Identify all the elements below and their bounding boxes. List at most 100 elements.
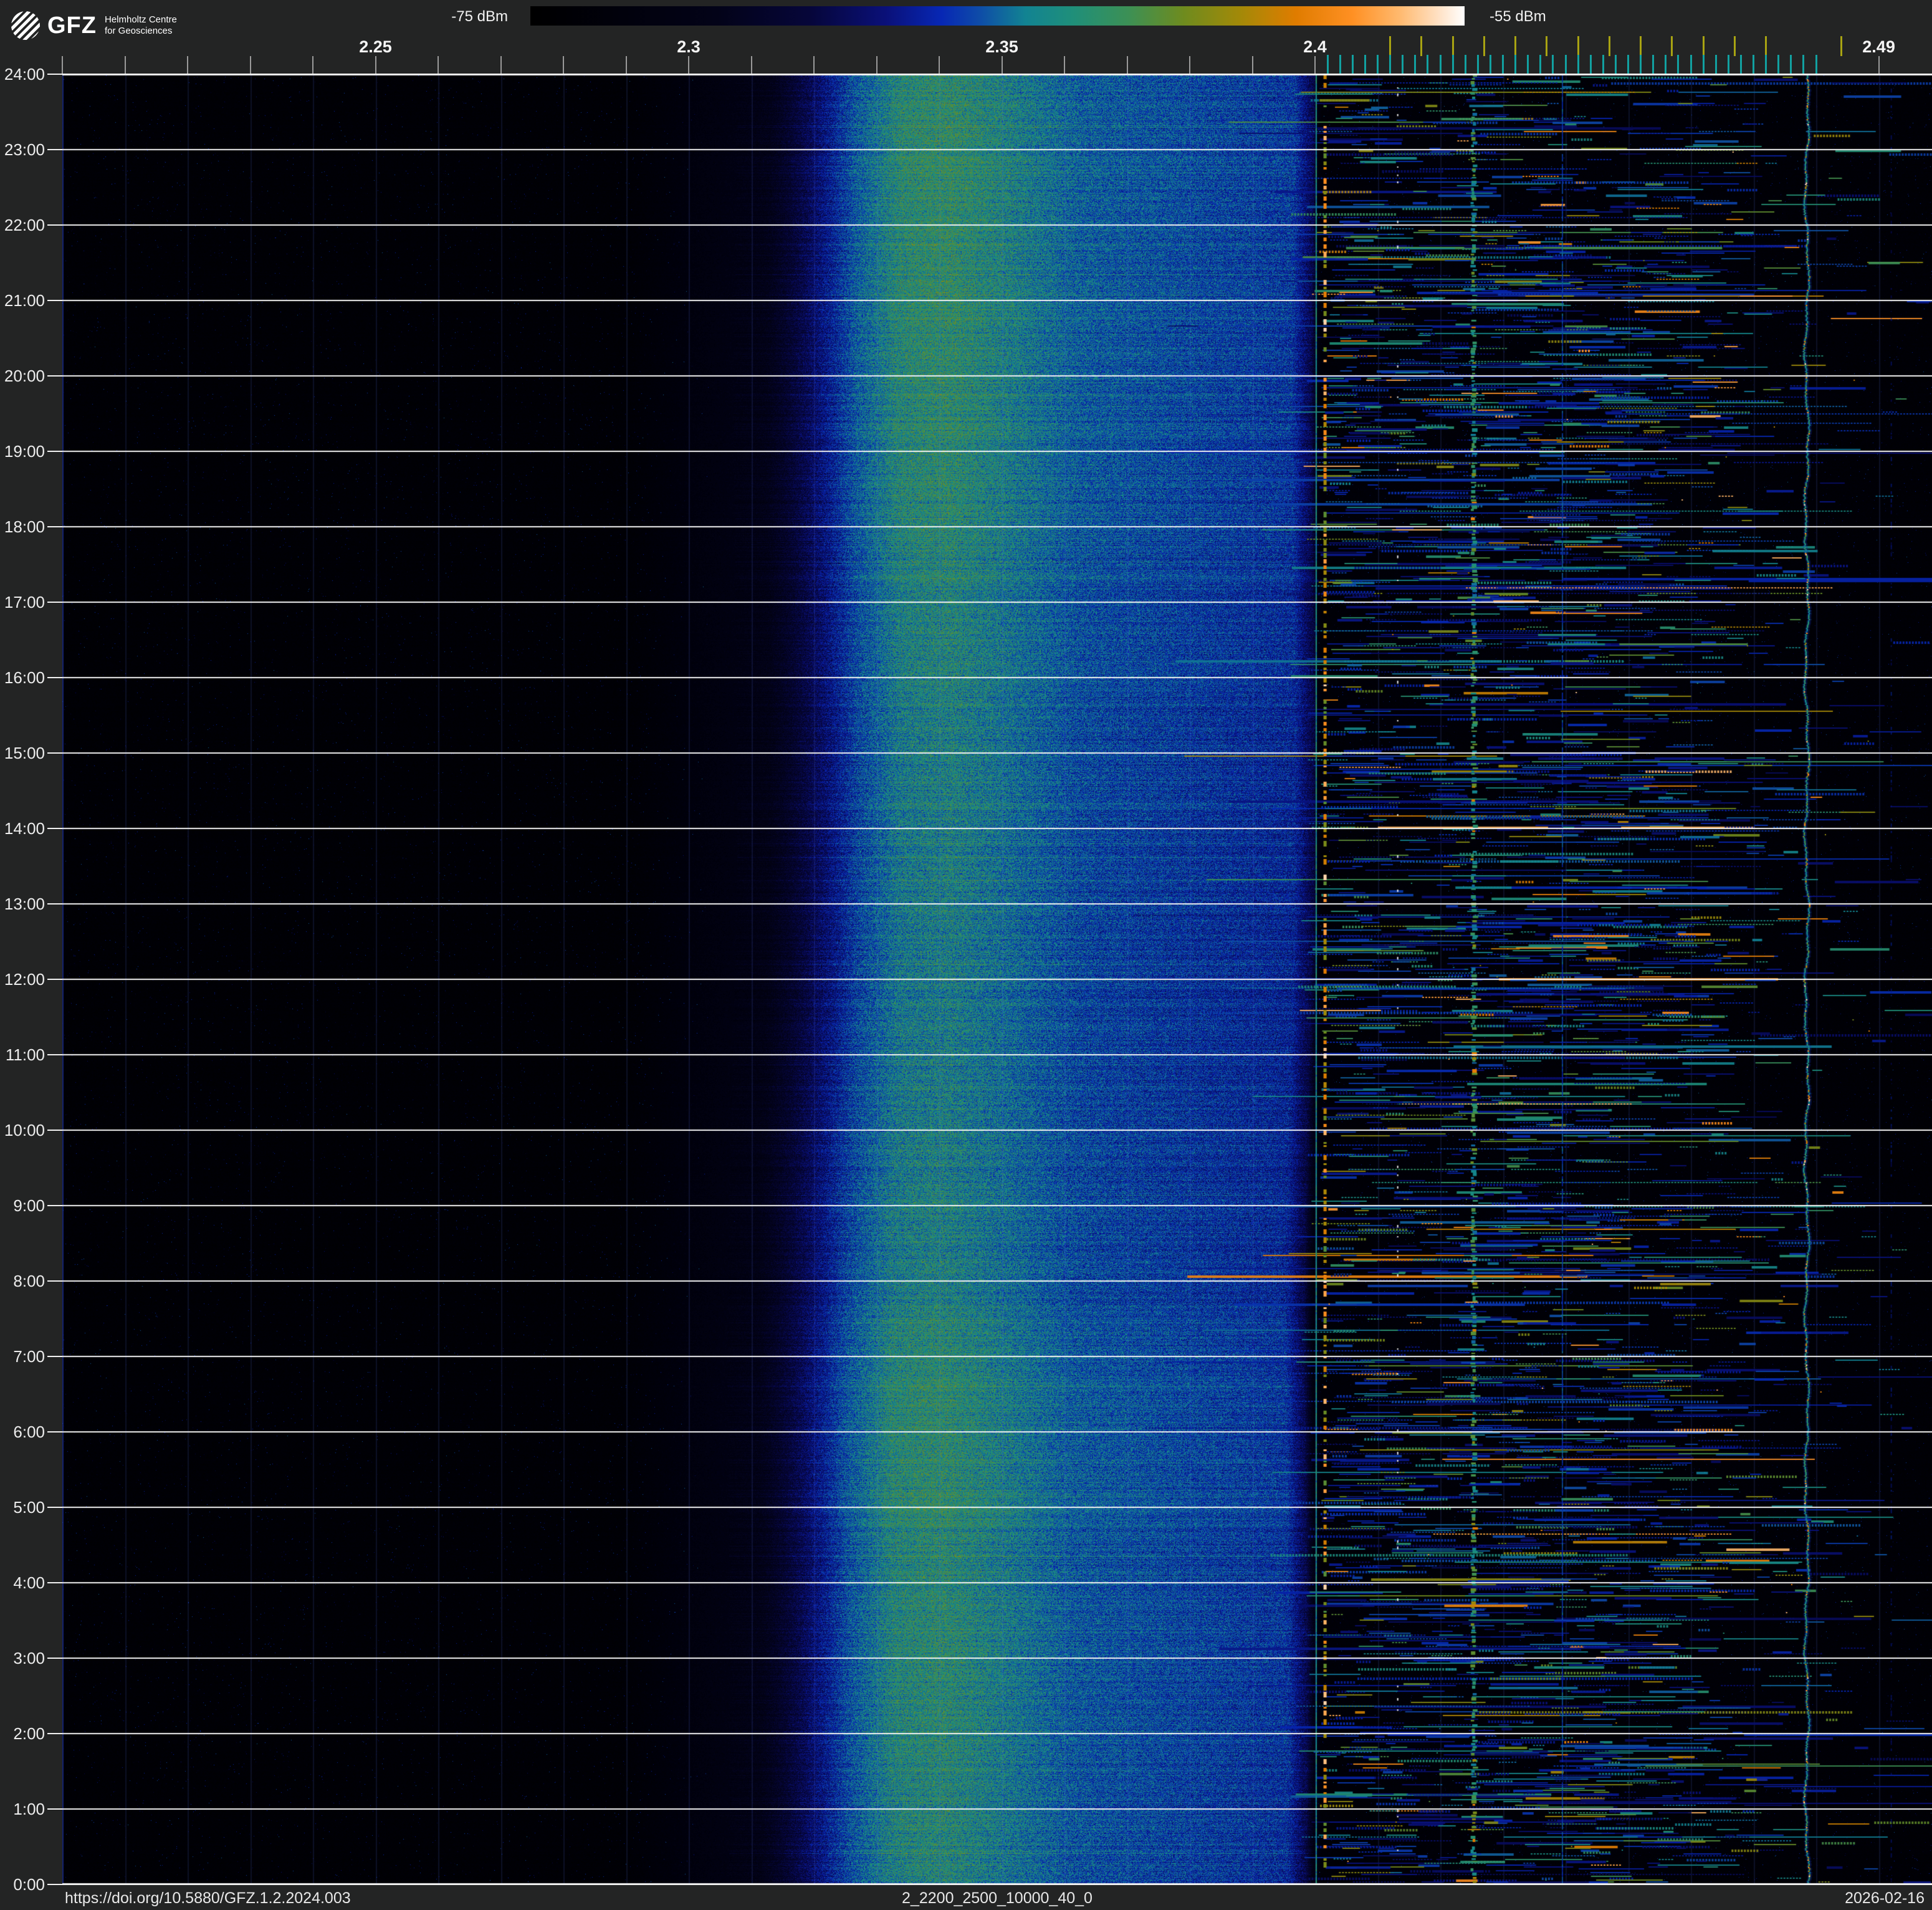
wifi-channel-tick [1389,36,1392,56]
minor-frequency-tick [62,56,63,74]
hour-gridline-stub [47,451,62,452]
minor-frequency-tick [249,56,251,74]
ble-channel-tick [1402,55,1404,74]
ble-channel-tick [1339,55,1341,74]
hour-label: 12:00 [4,970,45,989]
ble-channel-tick [1753,55,1755,74]
ble-channel-tick [1702,55,1705,74]
hour-gridline-stub [47,979,62,980]
date-label: 2026-02-16 [1845,1889,1925,1907]
ble-channel-tick [1802,55,1805,74]
ble-channel-tick [1577,55,1579,74]
hour-label: 15:00 [4,744,45,762]
logo-name-line2: for Geosciences [105,25,173,36]
hour-gridline-stub [47,903,62,905]
minor-frequency-tick [563,56,565,74]
ble-channel-tick [1614,55,1617,74]
hour-label: 18:00 [4,517,45,536]
ble-channel-tick [1564,55,1567,74]
wifi-channel-tick [1451,36,1454,56]
hour-label: 9:00 [13,1196,45,1215]
ble-channel-tick [1439,55,1442,74]
minor-frequency-tick [375,56,376,74]
ble-channel-tick [1464,55,1466,74]
wifi-channel-tick [1514,36,1517,56]
ble-channel-tick [1539,55,1542,74]
hour-label: 1:00 [13,1800,45,1818]
hour-label: 21:00 [4,291,45,310]
hour-label: 20:00 [4,367,45,385]
wifi-channel-tick [1420,36,1423,56]
ble-channel-tick [1502,55,1504,74]
hour-gridline-stub [47,752,62,754]
wifi-channel-tick [1483,36,1485,56]
hour-label: 16:00 [4,668,45,687]
frequency-axis-label: 2.49 [1862,37,1895,56]
ble-channel-tick [1414,55,1417,74]
hour-gridline-stub [47,1431,62,1432]
wifi-channel-tick [1640,36,1642,56]
hour-gridline-stub [47,1658,62,1659]
ble-channel-tick [1690,55,1692,74]
gfz-logo-icon [11,11,40,40]
hour-gridline-stub [47,1507,62,1508]
hour-label: 19:00 [4,442,45,461]
ble-channel-tick [1677,55,1680,74]
hour-gridline-stub [47,1054,62,1055]
ble-channel-tick [1765,55,1767,74]
frequency-axis-label: 2.25 [359,37,392,56]
minor-frequency-tick [1314,56,1316,74]
hour-gridline-stub [47,375,62,377]
hour-gridline-stub [47,1205,62,1206]
ble-channel-tick [1714,55,1717,74]
frequency-axis-label: 2.3 [677,37,701,56]
minor-frequency-tick [1126,56,1128,74]
ble-channel-tick [1527,55,1529,74]
minor-frequency-tick [688,56,690,74]
spectrogram-report: GFZ Helmholtz Centre for Geosciences -75… [0,0,1932,1910]
colorbar-min-label: -75 dBm [451,8,508,25]
hour-label: 0:00 [13,1875,45,1894]
ble-channel-tick [1351,55,1354,74]
hour-label: 2:00 [13,1724,45,1743]
ble-channel-tick [1640,55,1642,74]
hour-gridline-stub [47,224,62,226]
wifi-channel-tick [1546,36,1548,56]
ble-channel-tick [1377,55,1379,74]
ble-channel-tick [1514,55,1517,74]
logo-acronym: GFZ [47,12,97,39]
ble-channel-tick [1665,55,1667,74]
ble-channel-tick [1427,55,1429,74]
colorbar-max-label: -55 dBm [1490,8,1546,25]
ble-channel-tick [1364,55,1366,74]
ble-channel-tick [1727,55,1729,74]
hour-label: 4:00 [13,1573,45,1592]
colorbar [530,6,1465,26]
hour-label: 5:00 [13,1498,45,1517]
hour-gridline-stub [47,1356,62,1357]
hour-gridline-stub [47,1808,62,1810]
ble-channel-tick [1589,55,1592,74]
wifi-channel-tick [1765,36,1767,56]
hour-label: 13:00 [4,895,45,913]
minor-frequency-tick [1064,56,1066,74]
minor-frequency-tick [312,56,313,74]
frequency-axis-label: 2.4 [1303,37,1327,56]
logo-institute-name: Helmholtz Centre for Geosciences [105,14,177,36]
hour-label: 24:00 [4,65,45,84]
hour-label: 8:00 [13,1272,45,1290]
hour-label: 7:00 [13,1347,45,1366]
minor-frequency-tick [876,56,878,74]
ble-channel-tick [1739,55,1742,74]
minor-frequency-tick [500,56,502,74]
minor-frequency-tick [187,56,188,74]
hour-gridline-stub [47,1280,62,1282]
ble-channel-tick [1476,55,1479,74]
frequency-axis-label: 2.35 [985,37,1018,56]
minor-frequency-tick [124,56,126,74]
ble-channel-tick [1777,55,1780,74]
minor-frequency-tick [625,56,627,74]
ble-channel-tick [1489,55,1491,74]
minor-frequency-tick [1001,56,1003,74]
wifi-channel-tick [1577,36,1579,56]
